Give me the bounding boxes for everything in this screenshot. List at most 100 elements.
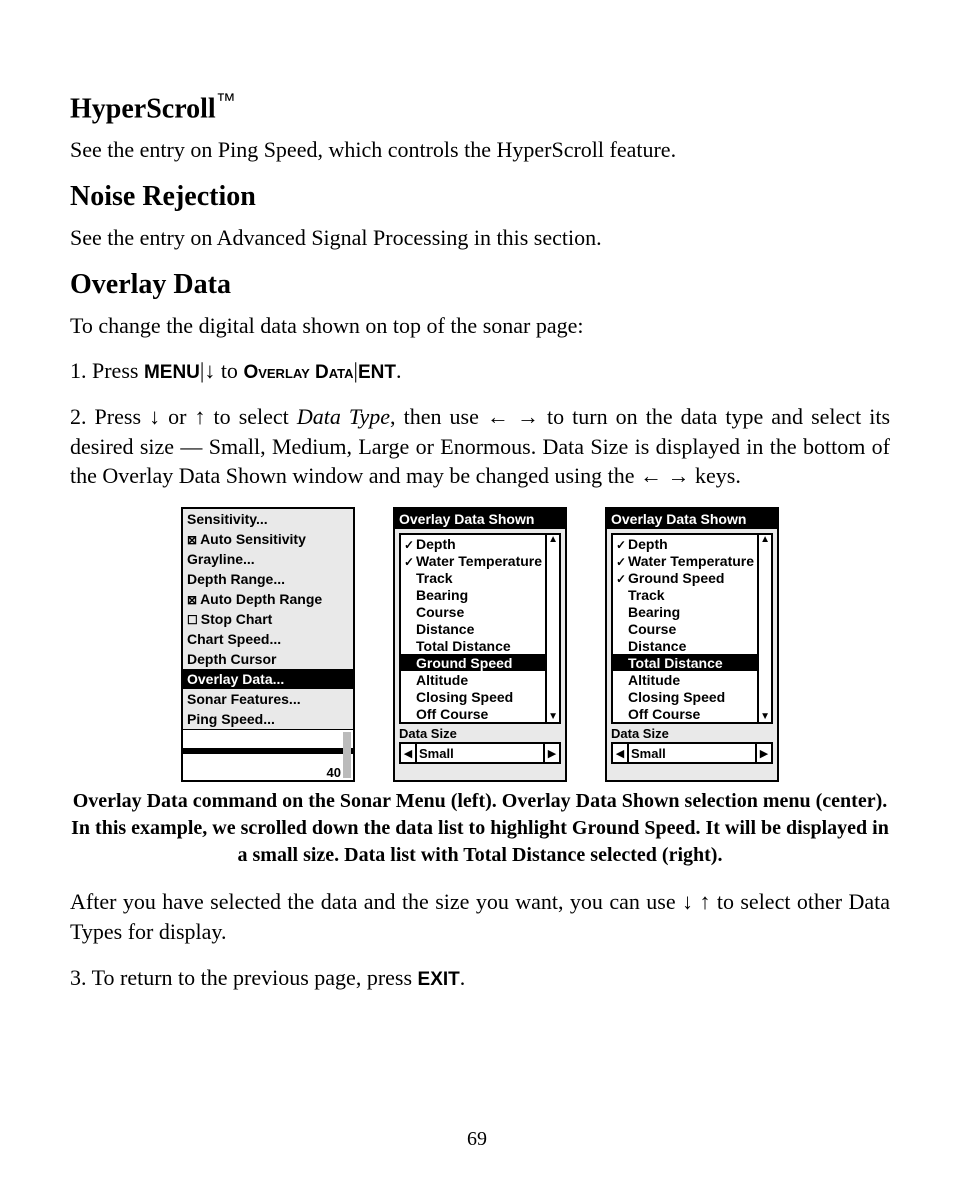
sonar-menu-item[interactable]: Auto Depth Range bbox=[183, 589, 353, 609]
overlay-data-item[interactable]: Off Course bbox=[613, 705, 757, 722]
overlay-data-item-label: Total Distance bbox=[416, 638, 511, 654]
data-size-spinner[interactable]: ◀ Small ▶ bbox=[611, 742, 773, 764]
ods-title: Overlay Data Shown bbox=[607, 509, 777, 529]
overlay-data-item[interactable]: Closing Speed bbox=[613, 688, 757, 705]
step3-prefix: 3. To return to the previous page, press bbox=[70, 965, 418, 990]
arrow-up-icon: ↑ bbox=[699, 889, 710, 914]
arrow-right-icon: → bbox=[517, 404, 539, 429]
arrow-down-icon: ↓ bbox=[682, 889, 693, 914]
scroll-down-icon[interactable]: ▼ bbox=[760, 712, 770, 722]
overlay-data-item-label: Bearing bbox=[628, 604, 680, 620]
sonar-menu-panel: Sensitivity...Auto SensitivityGrayline..… bbox=[181, 507, 355, 782]
check-icon bbox=[404, 536, 416, 552]
overlay-data-item-label: Track bbox=[416, 570, 453, 586]
scroll-down-icon[interactable]: ▼ bbox=[548, 712, 558, 722]
scroll-up-icon[interactable]: ▲ bbox=[760, 535, 770, 545]
size-prev-button[interactable]: ◀ bbox=[401, 744, 417, 762]
overlay-data-item[interactable]: Course bbox=[613, 620, 757, 637]
arrow-down-icon: ↓ bbox=[149, 404, 160, 429]
step2-mid2: , then use bbox=[390, 404, 487, 429]
para-overlay-intro: To change the digital data shown on top … bbox=[70, 311, 890, 341]
arrow-right-icon: → bbox=[668, 463, 690, 488]
overlay-data-item-label: Ground Speed bbox=[628, 570, 724, 586]
overlay-data-item[interactable]: Bearing bbox=[613, 603, 757, 620]
trademark-icon: ™ bbox=[216, 90, 236, 112]
overlay-data-item-label: Off Course bbox=[628, 706, 700, 722]
sonar-menu-item[interactable]: Overlay Data... bbox=[183, 669, 353, 689]
data-size-spinner[interactable]: ◀ Small ▶ bbox=[399, 742, 561, 764]
overlay-data-item[interactable]: Ground Speed bbox=[613, 569, 757, 586]
overlay-data-shown-center: Overlay Data Shown DepthWater Temperatur… bbox=[393, 507, 567, 782]
ods-listbox[interactable]: DepthWater TemperatureTrackBearingCourse… bbox=[399, 533, 561, 724]
figure-caption: Overlay Data command on the Sonar Menu (… bbox=[70, 788, 890, 869]
overlay-data-item-label: Total Distance bbox=[628, 655, 723, 671]
overlay-data-item[interactable]: Ground Speed bbox=[401, 654, 545, 671]
emph-data-type: Data Type bbox=[297, 404, 390, 429]
overlay-data-item[interactable]: Distance bbox=[401, 620, 545, 637]
ods-title: Overlay Data Shown bbox=[395, 509, 565, 529]
overlay-data-shown-right: Overlay Data Shown DepthWater Temperatur… bbox=[605, 507, 779, 782]
overlay-data-item[interactable]: Closing Speed bbox=[401, 688, 545, 705]
overlay-data-item[interactable]: Depth bbox=[401, 535, 545, 552]
overlay-data-item[interactable]: Total Distance bbox=[401, 637, 545, 654]
overlay-data-item[interactable]: Depth bbox=[613, 535, 757, 552]
step2-or: or bbox=[160, 404, 194, 429]
overlay-data-item-label: Course bbox=[628, 621, 676, 637]
sonar-menu-item[interactable]: Grayline... bbox=[183, 549, 353, 569]
scrollbar[interactable]: ▲▼ bbox=[545, 535, 559, 722]
overlay-data-item[interactable]: Water Temperature bbox=[613, 552, 757, 569]
overlay-data-item-label: Closing Speed bbox=[628, 689, 725, 705]
size-prev-button[interactable]: ◀ bbox=[613, 744, 629, 762]
sonar-menu-item[interactable]: Sonar Features... bbox=[183, 689, 353, 709]
sonar-menu-item[interactable]: Sensitivity... bbox=[183, 509, 353, 529]
overlay-data-item[interactable]: Altitude bbox=[401, 671, 545, 688]
sonar-menu-item[interactable]: Chart Speed... bbox=[183, 629, 353, 649]
step1-period: . bbox=[396, 358, 402, 383]
sonar-menu-item[interactable]: Depth Range... bbox=[183, 569, 353, 589]
arrow-up-icon: ↑ bbox=[195, 404, 206, 429]
check-icon bbox=[616, 570, 628, 586]
overlay-data-item-label: Off Course bbox=[416, 706, 488, 722]
label-overlay-data: Overlay Data bbox=[243, 362, 353, 383]
overlay-data-item[interactable]: Off Course bbox=[401, 705, 545, 722]
heading-hyperscroll: HyperScroll™ bbox=[70, 90, 890, 125]
overlay-data-item[interactable]: Distance bbox=[613, 637, 757, 654]
sonar-menu-item[interactable]: Ping Speed... bbox=[183, 709, 353, 729]
overlay-data-item[interactable]: Track bbox=[613, 586, 757, 603]
overlay-data-item[interactable]: Total Distance bbox=[613, 654, 757, 671]
page-number: 69 bbox=[0, 1128, 954, 1151]
overlay-data-item[interactable]: Bearing bbox=[401, 586, 545, 603]
size-next-button[interactable]: ▶ bbox=[755, 744, 771, 762]
depth-ruler bbox=[343, 732, 351, 778]
overlay-data-item[interactable]: Altitude bbox=[613, 671, 757, 688]
overlay-data-item-label: Depth bbox=[628, 536, 668, 552]
overlay-data-item[interactable]: Course bbox=[401, 603, 545, 620]
step2-prefix: 2. Press bbox=[70, 404, 149, 429]
overlay-data-item-label: Distance bbox=[416, 621, 474, 637]
sonar-preview: 40 bbox=[183, 729, 353, 780]
overlay-data-item[interactable]: Track bbox=[401, 569, 545, 586]
step-2: 2. Press ↓ or ↑ to select Data Type, the… bbox=[70, 402, 890, 491]
scrollbar[interactable]: ▲▼ bbox=[757, 535, 771, 722]
sonar-menu-item[interactable]: Depth Cursor bbox=[183, 649, 353, 669]
scroll-up-icon[interactable]: ▲ bbox=[548, 535, 558, 545]
size-value: Small bbox=[417, 744, 543, 762]
overlay-data-item-label: Depth bbox=[416, 536, 456, 552]
ods-listbox[interactable]: DepthWater TemperatureGround SpeedTrackB… bbox=[611, 533, 773, 724]
check-icon bbox=[616, 553, 628, 569]
size-next-button[interactable]: ▶ bbox=[543, 744, 559, 762]
step2-mid1: to select bbox=[206, 404, 297, 429]
heading-overlay-data: Overlay Data bbox=[70, 269, 890, 301]
step1-prefix: 1. Press bbox=[70, 358, 144, 383]
sonar-menu-item[interactable]: Stop Chart bbox=[183, 609, 353, 629]
overlay-data-item[interactable]: Water Temperature bbox=[401, 552, 545, 569]
overlay-data-item-label: Altitude bbox=[416, 672, 468, 688]
depth-value: 40 bbox=[327, 765, 341, 780]
step-1: 1. Press MENU|↓ to Overlay Data|ENT. bbox=[70, 356, 890, 386]
check-icon bbox=[404, 553, 416, 569]
overlay-data-item-label: Water Temperature bbox=[628, 553, 754, 569]
sonar-menu-item[interactable]: Auto Sensitivity bbox=[183, 529, 353, 549]
step-3: 3. To return to the previous page, press… bbox=[70, 963, 890, 993]
data-size-label: Data Size bbox=[607, 726, 777, 741]
data-size-label: Data Size bbox=[395, 726, 565, 741]
